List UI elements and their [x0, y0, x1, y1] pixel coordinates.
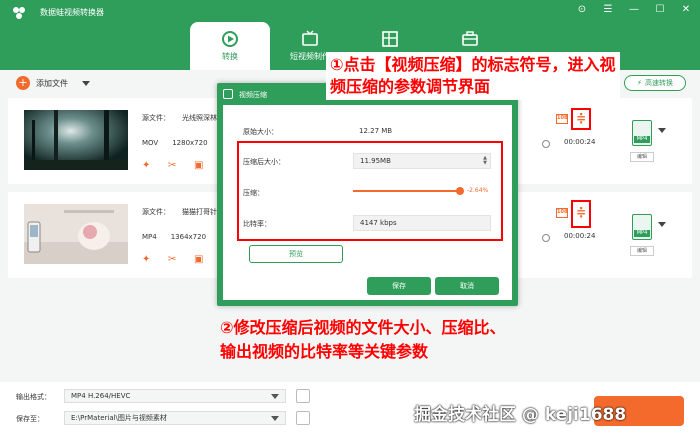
- edit-button[interactable]: 编辑: [630, 246, 654, 256]
- effect-icon[interactable]: ✦: [142, 160, 154, 172]
- close-icon[interactable]: ✕: [680, 4, 692, 15]
- plus-icon: +: [16, 76, 30, 90]
- watermark: 掘金技术社区 @ keji1688: [414, 405, 627, 425]
- app-window: 数据蛙视频转换器 ⊙ ☰ — ☐ ✕ 转换 短视频制作 + 添加文件 ⚡ 高速转…: [0, 0, 700, 443]
- file-resolution: 1364x720: [170, 233, 207, 241]
- save-button[interactable]: 保存: [367, 277, 431, 295]
- resolution-badge-icon[interactable]: 108: [556, 208, 568, 218]
- fast-convert-label: 高速转换: [644, 79, 673, 87]
- help-icon[interactable]: ⊙: [576, 4, 588, 15]
- edit-subtitle-icon[interactable]: ▣: [194, 160, 206, 172]
- format-settings-icon[interactable]: [296, 389, 310, 403]
- edit-button[interactable]: 编辑: [630, 152, 654, 162]
- file-resolution: 1280x720: [172, 139, 208, 147]
- duration: 00:00:24: [564, 138, 596, 146]
- effect-icon[interactable]: ✦: [142, 254, 154, 266]
- dialog-title: 视频压缩: [239, 91, 267, 99]
- cancel-button[interactable]: 取消: [435, 277, 499, 295]
- original-size-label: 原始大小：: [243, 128, 278, 136]
- menu-icon[interactable]: ☰: [602, 4, 614, 15]
- edit-tools: ✦ ✂ ▣: [142, 254, 206, 266]
- folder-icon[interactable]: [296, 411, 310, 425]
- add-file-label: 添加文件: [36, 78, 68, 88]
- format-label: MP4: [634, 136, 650, 143]
- output-format-select[interactable]: MP4 H.264/HEVC: [64, 389, 286, 403]
- chevron-down-icon[interactable]: [82, 80, 90, 86]
- preview-button[interactable]: 预览: [249, 245, 343, 263]
- source-label: 源文件：: [142, 207, 170, 216]
- file-format: MP4: [142, 233, 157, 241]
- file-info: 源文件： 光线照深林... MOV 1280x720 ▭: [142, 110, 228, 148]
- cut-icon[interactable]: ✂: [168, 254, 180, 266]
- mp4-format-icon[interactable]: MP4: [632, 120, 652, 146]
- compress-dialog-icon: [223, 89, 233, 99]
- original-size-value: 12.27 MB: [359, 127, 393, 135]
- save-to-label: 保存至：: [16, 415, 44, 423]
- toolbox-icon: [462, 31, 478, 46]
- mp4-format-icon[interactable]: MP4: [632, 214, 652, 240]
- minimize-icon[interactable]: —: [628, 4, 640, 15]
- output-settings: 108 ≑ 00:00:24 MP4 编辑: [538, 106, 688, 176]
- compress-dialog: 视频压缩 原始大小： 12.27 MB 压缩后大小： 11.95MB ▲ ▼ 压缩…: [217, 83, 518, 306]
- app-logo-icon: [13, 7, 25, 19]
- resolution-badge-icon[interactable]: 108: [556, 114, 568, 124]
- format-dropdown-icon[interactable]: [658, 128, 666, 133]
- layout-icon: [382, 31, 398, 47]
- edit-tools: ✦ ✂ ▣: [142, 160, 206, 172]
- highlight-box: [571, 108, 591, 130]
- maximize-icon[interactable]: ☐: [654, 4, 666, 15]
- app-title: 数据蛙视频转换器: [40, 8, 104, 17]
- tab-convert-label: 转换: [222, 52, 238, 61]
- dialog-body: 原始大小： 12.27 MB 压缩后大小： 11.95MB ▲ ▼ 压缩： -2.…: [223, 105, 512, 300]
- format-label: MP4: [634, 230, 650, 237]
- clock-icon: [542, 234, 550, 242]
- fast-convert-button[interactable]: ⚡ 高速转换: [624, 75, 686, 91]
- video-thumbnail: [24, 204, 128, 264]
- source-label: 源文件：: [142, 113, 170, 122]
- cut-icon[interactable]: ✂: [168, 160, 180, 172]
- video-thumbnail: [24, 110, 128, 170]
- duration: 00:00:24: [564, 232, 596, 240]
- edit-subtitle-icon[interactable]: ▣: [194, 254, 206, 266]
- file-format: MOV: [142, 139, 159, 147]
- clock-icon: [542, 140, 550, 148]
- window-controls: ⊙ ☰ — ☐ ✕: [576, 4, 692, 15]
- tv-icon: [302, 30, 318, 46]
- highlight-box: [571, 200, 591, 228]
- lightning-icon: ⚡: [637, 79, 642, 87]
- annotation-step2: ②修改压缩后视频的文件大小、压缩比、输出视频的比特率等关键参数: [220, 318, 506, 361]
- save-path-select[interactable]: E:\PrMaterial\图片与视频素材: [64, 411, 286, 425]
- tab-convert[interactable]: 转换: [190, 22, 270, 70]
- output-settings: 108 ≑ 00:00:24 MP4 编辑: [538, 200, 688, 270]
- add-file-button[interactable]: + 添加文件: [16, 76, 90, 90]
- annotation-step1: ①点击【视频压缩】的标志符号，进入视频压缩的参数调节界面: [326, 52, 620, 100]
- output-format-label: 输出格式：: [16, 393, 51, 401]
- convert-icon: [222, 31, 238, 47]
- format-dropdown-icon[interactable]: [658, 222, 666, 227]
- params-highlight-box: [237, 141, 503, 241]
